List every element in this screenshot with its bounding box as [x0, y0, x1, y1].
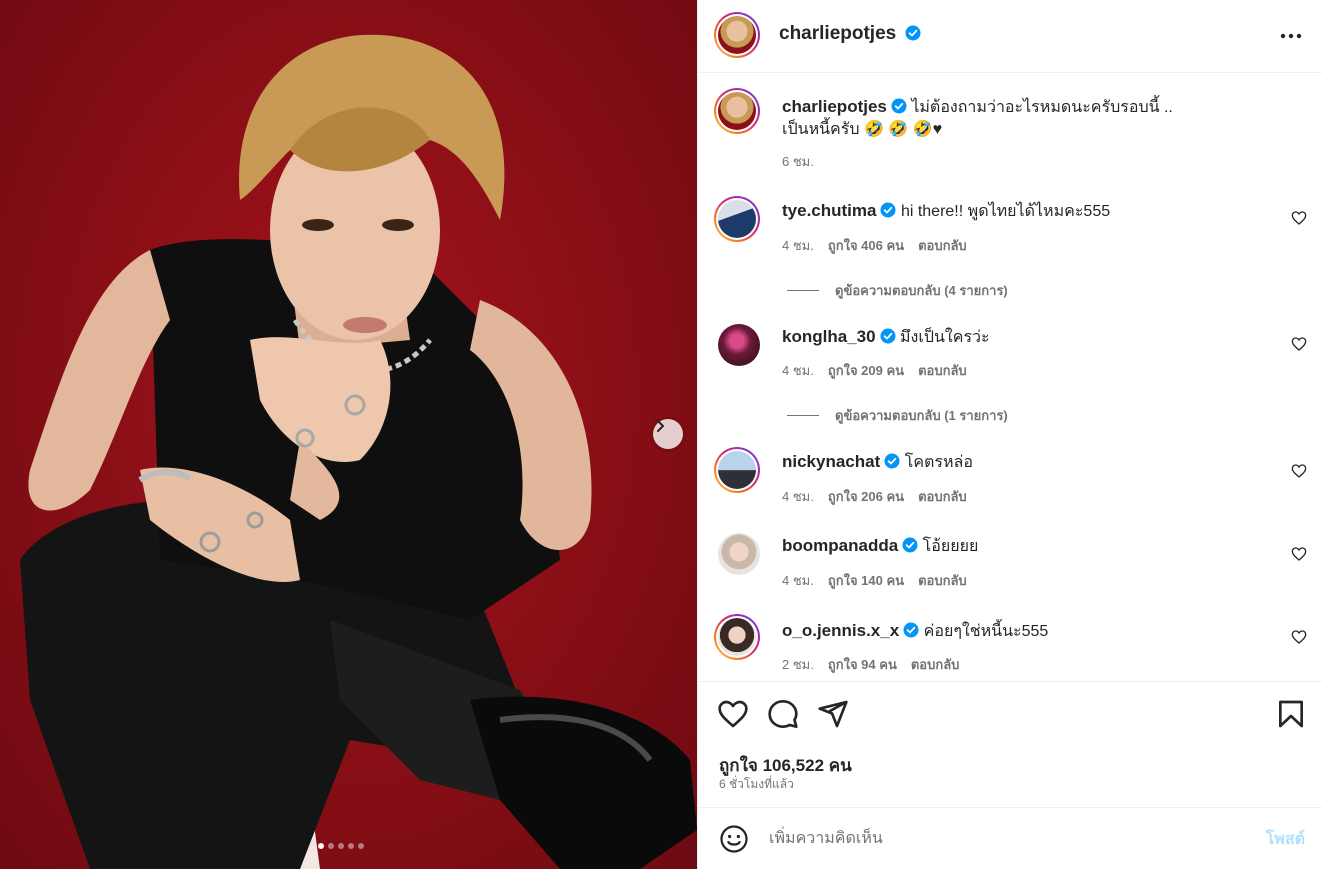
comment-username[interactable]: o_o.jennis.x_x [782, 621, 899, 640]
comment-avatar[interactable] [718, 324, 760, 366]
comment-like-icon[interactable] [1291, 210, 1307, 226]
comment-username[interactable]: tye.chutima [782, 201, 876, 220]
verified-badge-icon [880, 202, 896, 218]
emoji-icon[interactable] [719, 824, 749, 854]
caption-avatar[interactable] [714, 88, 760, 134]
comment-time: 4 ชม. [782, 363, 814, 378]
author-username[interactable]: charliepotjes [779, 23, 896, 44]
comment-text: hi there!! พูดไทยได้ไหมคะ555 [900, 203, 1111, 220]
comment-username[interactable]: nickynachat [782, 452, 880, 471]
carousel-dot [358, 843, 364, 849]
carousel-dot [348, 843, 354, 849]
verified-badge-icon [891, 98, 907, 114]
comment-composer: โพสต์ [698, 807, 1322, 869]
post-photo [20, 34, 697, 869]
comment-like-icon[interactable] [1291, 463, 1307, 479]
comment-like-icon[interactable] [1291, 336, 1307, 352]
reply-button[interactable]: ตอบกลับ [918, 235, 967, 256]
comment-text: มึงเป็นใครว่ะ [900, 329, 990, 346]
carousel-dot [328, 843, 334, 849]
comment-time: 2 ชม. [782, 657, 814, 672]
comment-text: ค่อยๆใช่หนี้นะ555 [923, 623, 1049, 640]
heart-icon[interactable] [717, 698, 749, 730]
caption-text-line2: เป็นหนี้ครับ 🤣 🤣 🤣♥ [782, 121, 943, 138]
reply-button[interactable]: ตอบกลับ [918, 486, 967, 507]
reply-button[interactable]: ตอบกลับ [911, 654, 960, 675]
more-horizontal-icon[interactable] [1277, 22, 1305, 50]
reply-button[interactable]: ตอบกลับ [918, 360, 967, 381]
post-comment-button[interactable]: โพสต์ [1266, 827, 1305, 852]
comment-text: โอ้ยยยย [922, 538, 979, 555]
comment-text: โคตรหล่อ [904, 454, 973, 471]
comment-icon[interactable] [767, 698, 799, 730]
author-avatar[interactable] [714, 12, 760, 58]
post-media[interactable] [0, 0, 697, 869]
comment-input[interactable] [769, 824, 1229, 854]
post-time: 6 ชั่วโมงที่แล้ว [719, 777, 794, 791]
caption-text-line1: ไม่ต้องถามว่าอะไรหมดนะครับรอบนี้ .. [911, 99, 1173, 116]
next-photo-button[interactable] [653, 419, 683, 449]
comment-likes[interactable]: ถูกใจ 206 คน [828, 486, 904, 507]
view-replies-label: ดูข้อความตอบกลับ (1 รายการ) [835, 408, 1008, 423]
comment-likes[interactable]: ถูกใจ 209 คน [828, 360, 904, 381]
caption-time: 6 ชม. [782, 154, 814, 169]
verified-badge-icon [884, 453, 900, 469]
post-detail-panel: charliepotjes charliepotjes ไม่ต้องถามว่… [697, 0, 1322, 869]
reply-button[interactable]: ตอบกลับ [918, 570, 967, 591]
view-replies-label: ดูข้อความตอบกลับ (4 รายการ) [835, 283, 1008, 298]
comment-avatar[interactable] [714, 447, 760, 493]
post-header: charliepotjes [698, 0, 1322, 73]
comment-username[interactable]: boompanadda [782, 536, 898, 555]
view-replies-button[interactable]: ดูข้อความตอบกลับ (4 รายการ) [787, 280, 1008, 301]
comment-time: 4 ชม. [782, 489, 814, 504]
comment-likes[interactable]: ถูกใจ 406 คน [828, 235, 904, 256]
comments-list[interactable]: charliepotjes ไม่ต้องถามว่าอะไรหมดนะครับ… [698, 74, 1322, 681]
verified-badge-icon [905, 25, 921, 41]
carousel-indicator [318, 843, 364, 849]
comment-likes[interactable]: ถูกใจ 94 คน [828, 654, 897, 675]
bookmark-icon[interactable] [1275, 698, 1307, 730]
comment-like-icon[interactable] [1291, 629, 1307, 645]
verified-badge-icon [880, 328, 896, 344]
comment-time: 4 ชม. [782, 573, 814, 588]
comment-username[interactable]: konglha_30 [782, 327, 876, 346]
comment-avatar[interactable] [714, 196, 760, 242]
view-replies-button[interactable]: ดูข้อความตอบกลับ (1 รายการ) [787, 405, 1008, 426]
comment-avatar[interactable] [718, 533, 760, 575]
post-actions: ถูกใจ 106,522 คน 6 ชั่วโมงที่แล้ว [698, 681, 1322, 807]
verified-badge-icon [902, 537, 918, 553]
chevron-right-icon [657, 420, 665, 432]
comment-time: 4 ชม. [782, 238, 814, 253]
comment-likes[interactable]: ถูกใจ 140 คน [828, 570, 904, 591]
comment-avatar[interactable] [714, 614, 760, 660]
comment-like-icon[interactable] [1291, 546, 1307, 562]
caption-username[interactable]: charliepotjes [782, 97, 887, 116]
share-icon[interactable] [817, 698, 849, 730]
carousel-dot [318, 843, 324, 849]
verified-badge-icon [903, 622, 919, 638]
carousel-dot [338, 843, 344, 849]
